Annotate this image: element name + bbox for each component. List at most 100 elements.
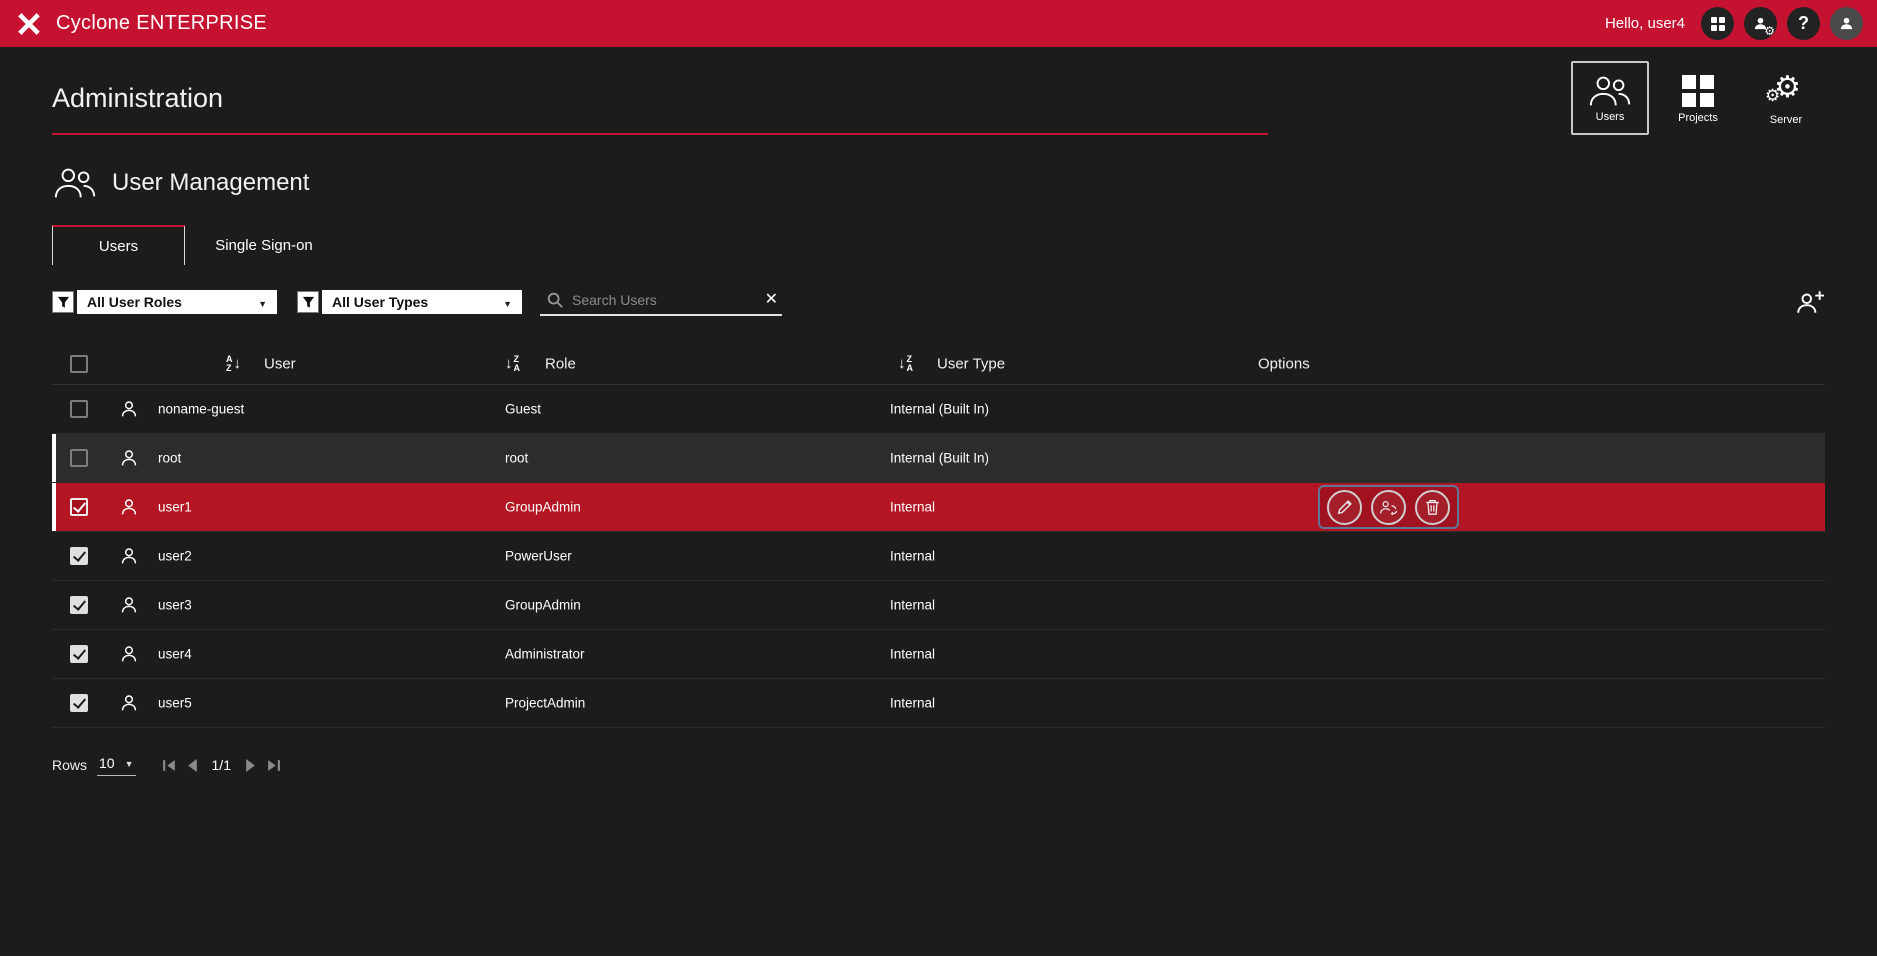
filter-row: All User Roles All User Types [52,287,1825,317]
user-role: root [505,451,528,466]
sort-user-button[interactable]: AZ [226,355,241,373]
clear-search-button[interactable] [765,292,778,308]
user-type: Internal (Built In) [890,402,989,417]
table-row[interactable]: user3 GroupAdmin Internal [52,581,1825,630]
row-checkbox[interactable] [70,449,88,467]
user-role: PowerUser [505,549,572,564]
add-user-button[interactable] [1795,289,1825,315]
chevron-down-icon [258,294,267,310]
apps-grid-button[interactable] [1701,7,1734,40]
user-name: user5 [158,696,192,711]
first-page-button[interactable] [162,759,177,772]
row-checkbox[interactable] [70,400,88,418]
sort-za-icon: ZA [514,355,521,373]
nav-projects-label: Projects [1678,112,1718,124]
role-filter-dropdown[interactable]: All User Roles [77,290,277,314]
add-user-icon [1795,289,1825,315]
user-greeting: Hello, user4 [1605,15,1685,32]
assign-roles-button[interactable] [1371,490,1406,525]
projects-grid-icon [1680,73,1716,109]
page-title: Administration [52,83,223,114]
user-icon [118,594,140,616]
user-name: noname-guest [158,402,244,417]
admin-settings-button[interactable] [1744,7,1777,40]
edit-pencil-icon [1336,498,1354,516]
rows-label: Rows [52,757,87,773]
last-page-button[interactable] [266,759,281,772]
sort-role-button[interactable]: ZA [505,355,520,373]
sort-az-icon: AZ [226,355,233,373]
profile-icon [1838,15,1855,32]
type-filter-funnel-button[interactable] [297,291,319,313]
column-header-user: User [264,355,296,372]
rows-per-page-value: 10 [99,755,115,771]
tab-sso-label: Single Sign-on [215,237,313,254]
user-role: ProjectAdmin [505,696,585,711]
table-row[interactable]: user4 Administrator Internal [52,630,1825,679]
profile-button[interactable] [1830,7,1863,40]
type-filter-dropdown[interactable]: All User Types [322,290,522,314]
funnel-icon [302,296,315,309]
next-page-button[interactable] [245,759,256,772]
title-underline [52,133,1268,135]
row-checkbox[interactable] [70,596,88,614]
table-row[interactable]: root root Internal (Built In) [52,434,1825,483]
user-role: Guest [505,402,541,417]
page-indicator: 1/1 [212,757,231,773]
user-name: root [158,451,181,466]
table-row[interactable]: user2 PowerUser Internal [52,532,1825,581]
row-options-toolbar [1318,485,1459,529]
table-row[interactable]: noname-guest Guest Internal (Built In) [52,385,1825,434]
edit-user-button[interactable] [1327,490,1362,525]
table-row[interactable]: user1 GroupAdmin Internal [52,483,1825,532]
arrow-down-icon [505,355,513,373]
user-icon [118,545,140,567]
row-checkbox[interactable] [70,547,88,565]
brand-title: Cyclone ENTERPRISE [56,12,267,35]
user-type: Internal (Built In) [890,451,989,466]
row-focus-indicator [52,434,56,482]
sort-za-icon: ZA [907,355,914,373]
select-all-checkbox[interactable] [70,355,88,373]
close-icon [765,291,778,308]
tab-users[interactable]: Users [52,225,185,265]
previous-page-button[interactable] [187,759,198,772]
user-role: GroupAdmin [505,500,581,515]
nav-users-button[interactable]: Users [1571,61,1649,135]
table-row[interactable]: user5 ProjectAdmin Internal [52,679,1825,728]
user-name: user4 [158,647,192,662]
rows-per-page-select[interactable]: 10 [97,754,136,776]
section-header: User Management [52,161,1825,205]
search-box [540,288,782,316]
user-icon [118,447,140,469]
admin-nav: Users Projects Server [1571,61,1825,135]
search-input[interactable] [572,292,757,308]
nav-projects-button[interactable]: Projects [1659,61,1737,135]
server-gears-icon [1765,71,1807,111]
nav-server-button[interactable]: Server [1747,61,1825,135]
row-checkbox[interactable] [70,694,88,712]
delete-user-button[interactable] [1415,490,1450,525]
row-checkbox[interactable] [70,645,88,663]
chevron-down-icon [125,754,134,772]
arrow-down-icon [898,355,906,373]
user-role: Administrator [505,647,585,662]
search-icon [546,291,564,309]
role-filter-funnel-button[interactable] [52,291,74,313]
help-button[interactable] [1787,7,1820,40]
row-checkbox[interactable] [70,498,88,516]
type-filter-value: All User Types [332,294,428,310]
tab-single-sign-on[interactable]: Single Sign-on [185,225,343,265]
sort-type-button[interactable]: ZA [898,355,913,373]
user-type: Internal [890,549,935,564]
user-name: user1 [158,500,192,515]
table-header: AZ User ZA Role ZA User Type Options [52,343,1825,385]
previous-page-icon [187,759,198,772]
next-page-icon [245,759,256,772]
pagination-bar: Rows 10 1/1 [52,750,1825,780]
cyclone-logo-icon [14,9,44,39]
users-group-icon [1587,74,1633,108]
page-bottom-strip [0,956,1877,968]
row-focus-indicator [52,483,56,531]
assign-roles-icon [1379,499,1399,516]
